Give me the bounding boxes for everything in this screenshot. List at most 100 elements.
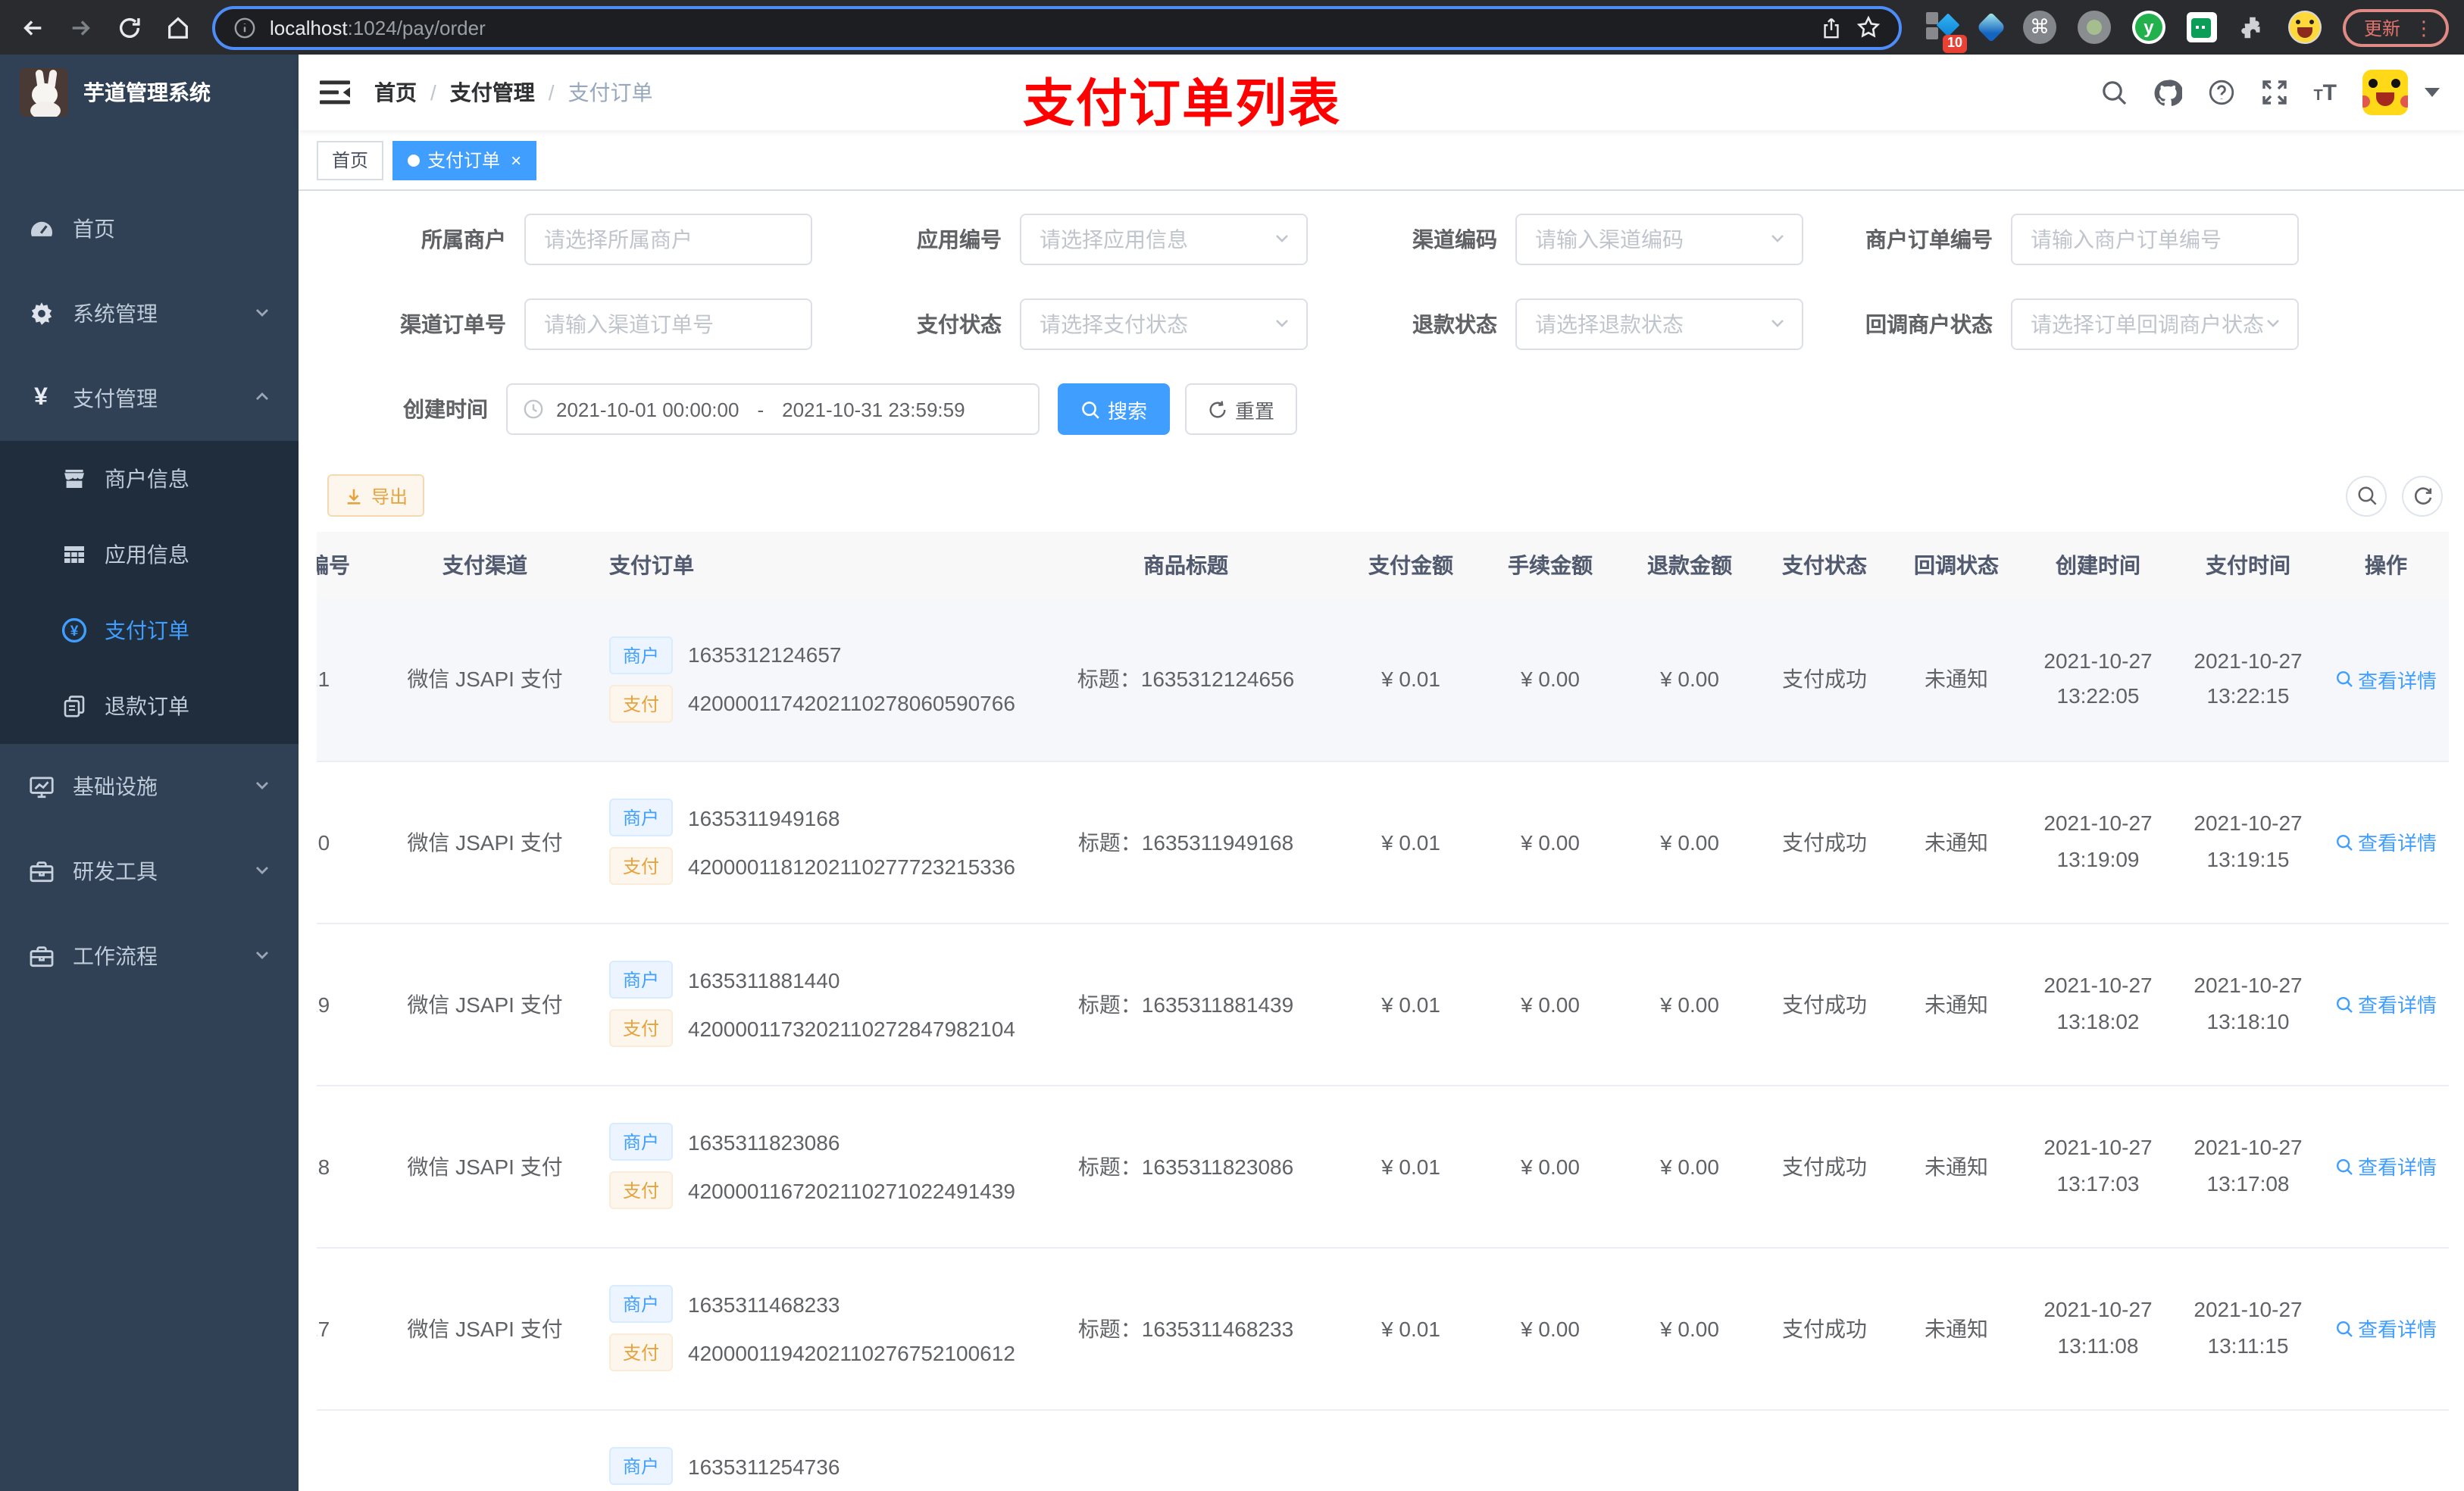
forward-icon[interactable] [67,14,94,41]
sidebar-item-payment[interactable]: ¥ 支付管理 [0,356,299,441]
sidebar-item-dev-tools[interactable]: 研发工具 [0,829,299,914]
search-icon[interactable] [2100,79,2127,106]
dot-extension-icon[interactable] [2077,11,2111,44]
github-icon[interactable] [2153,78,2182,107]
sidebar-item-infrastructure[interactable]: 基础设施 [0,744,299,829]
collapse-sidebar-icon[interactable] [320,79,350,106]
puzzle-extensions-icon[interactable] [2238,13,2267,42]
sidebar-item-refund-order[interactable]: 退款订单 [0,668,299,744]
grid-icon [61,542,88,567]
view-detail-link[interactable]: 查看详情 [2335,989,2437,1018]
table-row[interactable]: 21 微信 JSAPI 支付 商户1635312124657 支付4200001… [317,599,2449,761]
cell-fee [1481,1409,1620,1491]
app-select[interactable]: 请选择应用信息 [1020,214,1308,265]
sidebar-item-workflow[interactable]: 工作流程 [0,914,299,999]
export-button[interactable]: 导出 [327,474,425,517]
refresh-button[interactable] [2402,475,2443,516]
table-row[interactable]: 19 微信 JSAPI 支付 商户1635311881440 支付4200001… [317,923,2449,1086]
cell-notify: 未通知 [1890,599,2023,761]
col-header-refund: 退款金额 [1620,532,1759,599]
view-detail-link[interactable]: 查看详情 [2335,827,2437,856]
tab-pay-order[interactable]: 支付订单 × [392,140,537,180]
sidebar-item-home[interactable]: 首页 [0,186,299,271]
sidebar-item-app-info[interactable]: 应用信息 [0,517,299,592]
sidebar-item-merchant-info[interactable]: 商户信息 [0,441,299,517]
filter-label: 渠道编码 [1412,227,1497,252]
user-avatar[interactable] [2362,70,2408,115]
back-icon[interactable] [18,14,45,41]
merchant-order-no-input[interactable] [2011,214,2299,265]
refund-status-select[interactable]: 请选择退款状态 [1515,299,1803,350]
browser-chrome: localhost:1024/pay/order 10 ⌘ y 更新 ⋮ [0,0,2464,55]
channel-order-no-input[interactable] [524,299,812,350]
cell-created: 2021-10-27 13:17:03 [2023,1085,2173,1248]
chevron-up-icon [253,386,271,411]
cell-action: 查看详情 [2323,761,2449,924]
close-icon[interactable]: × [511,149,521,170]
app-logo[interactable]: 芋道管理系统 [0,55,299,130]
merchant-tag: 商户 [609,1123,674,1161]
merchant-tag: 商户 [609,961,674,999]
cell-channel: 微信 JSAPI 支付 [371,599,599,761]
toolbox-icon [27,858,55,884]
breadcrumb-pay-manage[interactable]: 支付管理 [450,77,535,108]
search-button[interactable]: 搜索 [1058,383,1171,435]
cell-refund: ¥ 0.00 [1620,761,1759,924]
table-row[interactable]: 20 微信 JSAPI 支付 商户1635311949168 支付4200001… [317,761,2449,924]
address-bar[interactable]: localhost:1024/pay/order [212,5,1902,49]
create-time-range-picker[interactable]: 2021-10-01 00:00:00 - 2021-10-31 23:59:5… [506,383,1040,435]
active-tab-dot [408,154,421,166]
caret-down-icon[interactable] [2425,88,2440,97]
reload-icon[interactable] [115,14,142,41]
yen-icon: ¥ [34,385,48,411]
cell-order: 商户 1635311468233 支付 4200001194202110276752… [599,1247,1030,1410]
col-header-paid: 支付时间 [2173,532,2323,599]
pay-status-select[interactable]: 请选择支付状态 [1020,299,1308,350]
command-extension-icon[interactable]: ⌘ [2022,11,2056,44]
cell-title [1030,1409,1341,1491]
share-icon[interactable] [1820,16,1843,39]
notify-status-select[interactable]: 请选择订单回调商户状态 [2011,299,2299,350]
home-icon[interactable] [164,14,191,41]
filter-row-1: 所属商户 应用编号 请选择应用信息 渠道编码 请输入渠道编码 [317,214,2449,265]
cell-refund: ¥ 0.00 [1620,1247,1759,1410]
cell-created: 2021-10-27 13:19:09 [2023,761,2173,924]
chat-extension-icon[interactable] [2186,12,2217,42]
profile-emoji-avatar[interactable] [2287,11,2322,44]
cell-status [1759,1409,1890,1491]
col-header-id: 编号 [317,532,371,599]
sidebar-menu: 首页 系统管理 ¥ 支付管理 商户信息 应用信息 ¥ 支付订单 退款订单 基础设… [0,186,299,999]
table-header-row: 编号 支付渠道 支付订单 商品标题 支付金额 手续金额 退款金额 支付状态 回调… [317,532,2449,599]
cell-order: 商户 1635311949168 支付 4200001181202110277723… [599,761,1030,924]
kite-extension-icon[interactable] [1976,12,2006,42]
cell-paid: 2021-10-27 13:11:15 [2173,1247,2323,1410]
browser-menu-icon[interactable]: ⋮ [2414,17,2434,37]
merchant-tag: 商户 [609,1285,674,1323]
font-size-icon[interactable]: TT [2313,81,2337,104]
tab-home[interactable]: 首页 [317,140,384,180]
view-detail-link[interactable]: 查看详情 [2335,1152,2437,1180]
tampermonkey-extension-icon[interactable]: 10 [1925,11,1967,53]
y-extension-icon[interactable]: y [2131,11,2165,44]
breadcrumb-separator: / [430,80,436,105]
help-icon[interactable] [2207,79,2234,106]
merchant-input[interactable] [524,214,812,265]
pay-tag: 支付 [609,1333,674,1371]
toolbox-icon [27,943,55,969]
table-row[interactable]: 18 微信 JSAPI 支付 商户1635311823086 支付4200001… [317,1085,2449,1248]
fullscreen-icon[interactable] [2260,79,2287,106]
browser-update-button[interactable]: 更新 ⋮ [2342,8,2449,46]
view-detail-link[interactable]: 查看详情 [2335,665,2437,694]
breadcrumb-home[interactable]: 首页 [374,77,417,108]
bookmark-star-icon[interactable] [1856,15,1881,39]
table-row[interactable]: 17 微信 JSAPI 支付 商户1635311468233 支付4200001… [317,1247,2449,1410]
view-detail-link[interactable]: 查看详情 [2335,1314,2437,1343]
site-info-icon[interactable] [233,16,256,39]
toggle-search-button[interactable] [2346,475,2387,516]
sidebar-item-pay-order[interactable]: ¥ 支付订单 [0,592,299,668]
table-row-partial[interactable]: 商户1635311254736 支付 [317,1409,2449,1491]
sidebar-item-system[interactable]: 系统管理 [0,271,299,356]
channel-code-select[interactable]: 请输入渠道编码 [1515,214,1803,265]
reset-button[interactable]: 重置 [1185,383,1298,435]
filter-label: 创建时间 [403,397,488,421]
